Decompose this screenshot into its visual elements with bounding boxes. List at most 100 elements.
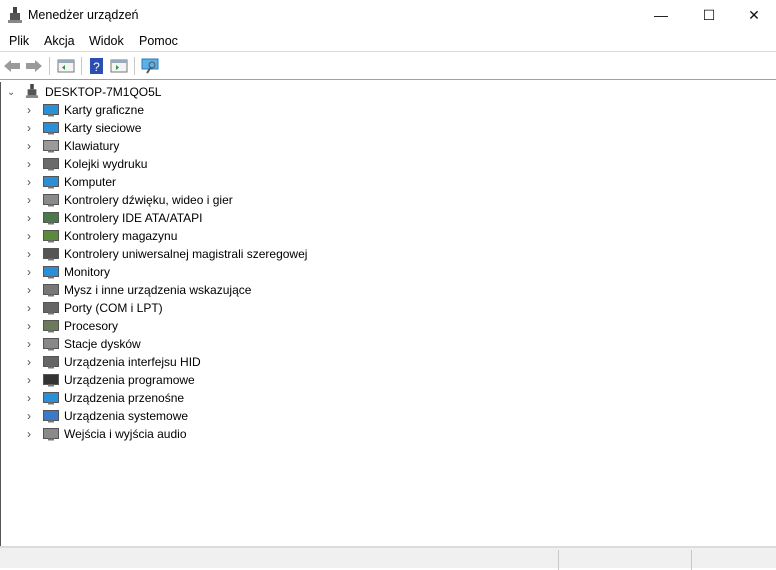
tree-item[interactable]: › Karty sieciowe (1, 119, 401, 137)
status-divider (691, 550, 692, 570)
console-tree-icon[interactable] (57, 57, 75, 75)
tree-item[interactable]: › Porty (COM i LPT) (1, 299, 401, 317)
device-tree: ⌄ DESKTOP-7M1QO5L › Karty graficzne › Kar… (0, 82, 776, 546)
tree-item-label: Klawiatury (64, 139, 120, 153)
device-category-icon (43, 392, 59, 405)
tree-item[interactable]: › Kontrolery magazynu (1, 227, 401, 245)
chevron-right-icon[interactable]: › (27, 193, 31, 207)
forward-arrow-icon[interactable] (25, 57, 43, 75)
device-category-icon (43, 284, 59, 297)
device-category-icon (43, 374, 59, 387)
tree-item-label: Kontrolery uniwersalnej magistrali szere… (64, 247, 308, 261)
device-category-icon (43, 122, 59, 135)
tree-item-label: Urządzenia systemowe (64, 409, 189, 423)
chevron-right-icon[interactable]: › (27, 319, 31, 333)
tree-item-label: Urządzenia interfejsu HID (64, 355, 201, 369)
menu-pomoc[interactable]: Pomoc (139, 34, 178, 48)
menu-bar: Plik Akcja Widok Pomoc (0, 30, 776, 52)
device-category-icon (43, 266, 59, 279)
device-category-icon (43, 230, 59, 243)
tree-item[interactable]: › Urządzenia przenośne (1, 389, 401, 407)
chevron-right-icon[interactable]: › (27, 157, 31, 171)
window-title: Menedżer urządzeń (28, 8, 139, 22)
tree-item-label: Karty sieciowe (64, 121, 142, 135)
chevron-right-icon[interactable]: › (27, 373, 31, 387)
close-button[interactable]: ✕ (731, 0, 776, 30)
tree-item[interactable]: › Procesory (1, 317, 401, 335)
menu-plik[interactable]: Plik (9, 34, 29, 48)
tree-item[interactable]: › Komputer (1, 173, 401, 191)
tree-item-label: Porty (COM i LPT) (64, 301, 163, 315)
device-category-icon (43, 320, 59, 333)
tree-item[interactable]: › Kontrolery IDE ATA/ATAPI (1, 209, 401, 227)
minimize-button[interactable]: — (638, 0, 684, 30)
tree-item-label: Karty graficzne (64, 103, 145, 117)
menu-widok[interactable]: Widok (89, 34, 124, 48)
chevron-right-icon[interactable]: › (27, 265, 31, 279)
chevron-right-icon[interactable]: › (27, 283, 31, 297)
toolbar-separator (49, 57, 50, 75)
computer-icon (25, 84, 39, 98)
tree-item[interactable]: › Urządzenia interfejsu HID (1, 353, 401, 371)
tree-item-label: Kontrolery magazynu (64, 229, 178, 243)
menu-akcja[interactable]: Akcja (44, 34, 75, 48)
device-category-icon (43, 140, 59, 153)
device-category-icon (43, 338, 59, 351)
tree-item[interactable]: › Monitory (1, 263, 401, 281)
toolbar-separator (134, 57, 135, 75)
device-category-icon (43, 248, 59, 261)
tree-item[interactable]: › Kontrolery uniwersalnej magistrali sze… (1, 245, 401, 263)
device-category-icon (43, 302, 59, 315)
device-category-icon (43, 158, 59, 171)
device-manager-icon (8, 7, 22, 23)
tree-item-label: Kontrolery dźwięku, wideo i gier (64, 193, 233, 207)
chevron-right-icon[interactable]: › (27, 409, 31, 423)
device-category-icon (43, 194, 59, 207)
tree-item[interactable]: › Kontrolery dźwięku, wideo i gier (1, 191, 401, 209)
tree-root[interactable]: ⌄ DESKTOP-7M1QO5L (1, 83, 301, 101)
tree-item[interactable]: › Klawiatury (1, 137, 401, 155)
tree-item[interactable]: › Wejścia i wyjścia audio (1, 425, 401, 443)
back-arrow-icon[interactable] (3, 57, 21, 75)
chevron-down-icon[interactable]: ⌄ (7, 87, 15, 98)
toolbar-separator (81, 57, 82, 75)
chevron-right-icon[interactable]: › (27, 175, 31, 189)
chevron-right-icon[interactable]: › (27, 103, 31, 117)
svg-text:?: ? (93, 60, 100, 74)
device-category-icon (43, 410, 59, 423)
chevron-right-icon[interactable]: › (27, 301, 31, 315)
tree-item-label: Stacje dysków (64, 337, 141, 351)
tree-item-label: Procesory (64, 319, 119, 333)
tree-item[interactable]: › Urządzenia programowe (1, 371, 401, 389)
chevron-right-icon[interactable]: › (27, 337, 31, 351)
chevron-right-icon[interactable]: › (27, 391, 31, 405)
status-bar (0, 546, 776, 570)
tree-item-label: Wejścia i wyjścia audio (64, 427, 187, 441)
device-category-icon (43, 104, 59, 117)
tree-item[interactable]: › Mysz i inne urządzenia wskazujące (1, 281, 401, 299)
tree-item[interactable]: › Karty graficzne (1, 101, 401, 119)
tree-item-label: Mysz i inne urządzenia wskazujące (64, 283, 252, 297)
status-divider (558, 550, 559, 570)
chevron-right-icon[interactable]: › (27, 121, 31, 135)
help-icon[interactable]: ? (88, 57, 106, 75)
chevron-right-icon[interactable]: › (27, 427, 31, 441)
scan-hardware-icon[interactable] (141, 57, 159, 75)
chevron-right-icon[interactable]: › (27, 211, 31, 225)
tree-item-label: Urządzenia programowe (64, 373, 195, 387)
tree-item[interactable]: › Urządzenia systemowe (1, 407, 401, 425)
tree-item-label: Monitory (64, 265, 111, 279)
device-category-icon (43, 176, 59, 189)
tree-item[interactable]: › Stacje dysków (1, 335, 401, 353)
chevron-right-icon[interactable]: › (27, 247, 31, 261)
chevron-right-icon[interactable]: › (27, 355, 31, 369)
chevron-right-icon[interactable]: › (27, 229, 31, 243)
tree-item-label: Kontrolery IDE ATA/ATAPI (64, 211, 203, 225)
title-bar: Menedżer urządzeń — ☐ ✕ (0, 0, 776, 30)
tree-item[interactable]: › Kolejki wydruku (1, 155, 401, 173)
computer-name: DESKTOP-7M1QO5L (45, 85, 162, 99)
maximize-button[interactable]: ☐ (686, 0, 732, 30)
properties-icon[interactable] (110, 57, 128, 75)
chevron-right-icon[interactable]: › (27, 139, 31, 153)
device-category-icon (43, 356, 59, 369)
